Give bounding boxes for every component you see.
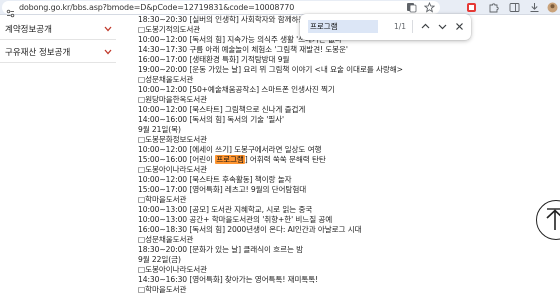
sidebar-item-public-property-info[interactable]: 구유재산 정보공개 <box>0 41 116 63</box>
content-line: □도봉기적의도서관 <box>138 25 201 34</box>
content-line: 10:00~12:00 [에세이 쓰기] 도봉구에서라면 일상도 여행 <box>138 145 322 154</box>
content-line: □도봉아이나라도서관 <box>138 165 208 174</box>
sidebar-icon[interactable] <box>509 2 520 13</box>
content-line: 9월 22일(금) <box>138 255 181 264</box>
chevron-down-icon <box>104 49 112 55</box>
sidebar-item-label: 구유재산 정보공개 <box>5 48 71 58</box>
line-prefix: 15:00~16:00 [어린이 <box>138 155 216 164</box>
content-line: 14:30~17:30 구름 아래 예술놀이 체험소 '그림책 재발견! 도봉운… <box>138 45 348 54</box>
content-line: □학마을도서관 <box>138 285 187 294</box>
content-line: □성문채울도서관 <box>138 75 194 84</box>
content-line: 15:00~17:00 [영어특화] 레츠고! 9월의 단어탐험대 <box>138 185 307 194</box>
bookmark-star-icon[interactable] <box>424 2 435 13</box>
translate-icon[interactable] <box>406 2 417 13</box>
arrow-up-icon <box>546 208 560 230</box>
line-suffix: ] 어휘력 쑥쑥 문해력 탄탄 <box>244 155 326 164</box>
download-icon[interactable] <box>529 2 540 13</box>
find-in-page-bar: 프로그램 1/1 <box>300 14 471 40</box>
url-text[interactable]: dobong.go.kr/bbs.asp?bmode=D&pCode=12719… <box>19 1 294 14</box>
chevron-down-icon[interactable] <box>437 21 448 32</box>
content-line: 19:00~20:00 [운동 가있는 날] 요리 뮈 그림책 이야기 <내 요… <box>138 65 403 74</box>
find-input[interactable]: 프로그램 <box>308 20 378 33</box>
content-line: 14:00~16:00 [독서의 힘] 독서의 기술 '필사' <box>138 115 285 124</box>
content-line: □학마을도서관 <box>138 195 187 204</box>
content-line: 10:00~13:00 공간+ 학마을도서관의 '취향+한' 비느질 공예 <box>138 215 333 224</box>
profile-icon[interactable] <box>547 2 558 13</box>
chevron-down-icon <box>104 26 112 32</box>
content-line: 10:00~12:00 [북스타트 후속활동] 책이랑 놀자 <box>138 175 292 184</box>
browser-toolbar: dobong.go.kr/bbs.asp?bmode=D&pCode=12719… <box>0 0 560 18</box>
content-line: 10:00~13:00 [공모] 도서관 지혜학교, 시로 읽는 중국 <box>138 205 313 214</box>
close-icon[interactable] <box>454 21 465 32</box>
content-line: □도봉아이나라도서관 <box>138 265 208 274</box>
find-divider <box>412 20 413 33</box>
find-match-count: 1/1 <box>394 22 407 31</box>
content-line-highlighted: 15:00~16:00 [어린이 프로그램] 어휘력 쑥쑥 문해력 탄탄 <box>138 155 326 165</box>
extension-badge-icon[interactable] <box>466 2 477 13</box>
scroll-to-top-button[interactable] <box>536 200 560 240</box>
content-line: 18:30~20:00 [문화가 있는 날] 클래식이 흐르는 밤 <box>138 245 304 254</box>
content-line: 9월 21일(목) <box>138 125 181 134</box>
content-line: 14:30~16:30 [영어특화] 찾아가는 영어특톡! 재미톡톡! <box>138 275 319 284</box>
sidebar-item-contract-info[interactable]: 계약정보공개 <box>0 18 116 40</box>
content-line: 18:30~20:30 [실버의 인생학] 사회학자와 함께하는 <box>138 15 306 24</box>
extensions-icon[interactable] <box>488 2 499 13</box>
site-info-icon[interactable] <box>6 3 15 18</box>
chevron-up-icon[interactable] <box>420 21 431 32</box>
address-bar[interactable]: dobong.go.kr/bbs.asp?bmode=D&pCode=12719… <box>2 1 440 18</box>
content-line: 10:00~12:00 [50+예술채움공작소] 스마트폰 인생사진 찍기 <box>138 85 335 94</box>
content-line: □성문채울도서관 <box>138 235 194 244</box>
content-line: 10:00~12:00 [북스타트] 그림책으로 신나게 즐겁게 <box>138 105 306 114</box>
sidebar-item-label: 계약정보공개 <box>5 25 52 35</box>
content-line: □도봉문화정보도서관 <box>138 135 208 144</box>
content-line: □원당마을한옥도서관 <box>138 95 208 104</box>
content-line: 16:00~18:30 [독서의 힘] 2000년생이 온다: AI인간과 아날… <box>138 225 362 234</box>
sidebar-menu: 계약정보공개 구유재산 정보공개 <box>0 15 116 73</box>
find-match-highlight: 프로그램 <box>215 155 245 164</box>
content-line: 16:00~17:00 [생태환경 특화] 기적탐방대 9월 <box>138 55 290 64</box>
